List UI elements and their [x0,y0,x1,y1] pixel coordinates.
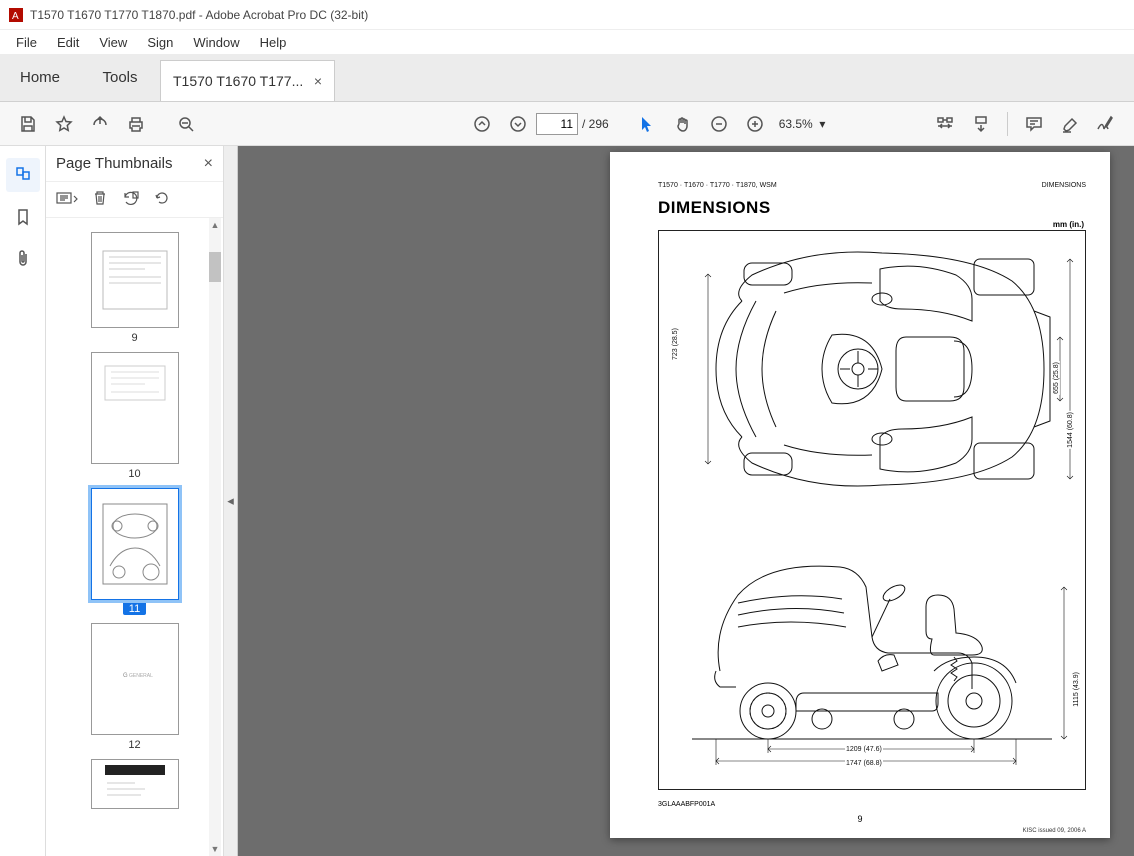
svg-text:GENERAL: GENERAL [129,673,153,679]
tab-home[interactable]: Home [0,54,80,101]
thumb-delete-icon[interactable] [92,190,108,209]
rail-thumbnails-icon[interactable] [6,158,40,192]
thumbnail[interactable]: 10 [85,352,185,480]
separator [1007,112,1008,136]
figure-ref: 3GLAAABFP001A [658,801,715,808]
drawing-frame: 723 (28.5) 655 (25.8) 1544 (60.8) [658,230,1086,790]
thumbnail-number: 11 [123,600,146,615]
thumbnail[interactable]: 9 [85,232,185,344]
rail-attachments-icon[interactable] [6,242,40,276]
workspace: Page Thumbnails × 9 10 11 GGENERAL [0,146,1134,856]
menu-edit[interactable]: Edit [47,33,89,52]
drawing-side-view: 1209 (47.6) 1747 (68.8) 1115 (43.9) [669,521,1075,779]
dim-overall-height: 1115 (43.9) [1073,671,1080,708]
menu-sign[interactable]: Sign [137,33,183,52]
tab-bar: Home Tools T1570 T1670 T177... × [0,54,1134,102]
menu-bar: File Edit View Sign Window Help [0,30,1134,54]
units-label: mm (in.) [1053,220,1084,229]
find-icon[interactable] [168,106,204,142]
window-titlebar: A T1570 T1670 T1770 T1870.pdf - Adobe Ac… [0,0,1134,30]
thumbnail-number: 12 [128,739,140,751]
page-header-right: DIMENSIONS [1042,182,1086,189]
menu-view[interactable]: View [89,33,137,52]
save-icon[interactable] [10,106,46,142]
page-number-input[interactable] [536,113,578,135]
thumbnails-scrollbar[interactable]: ▲ ▼ [209,218,221,856]
page-up-icon[interactable] [464,106,500,142]
nav-rail [0,146,46,856]
tab-document-label: T1570 T1670 T177... [173,73,303,89]
drawing-top-view: 723 (28.5) 655 (25.8) 1544 (60.8) [669,241,1075,499]
dim-wheelbase: 1209 (47.6) [845,746,883,753]
thumbnail-number: 10 [128,468,140,480]
zoom-value[interactable]: 63.5% ▾ [773,117,832,131]
tab-tools[interactable]: Tools [80,54,160,101]
page-footer: KISC issued 09, 2006 A [1023,828,1086,834]
zoom-in-icon[interactable] [737,106,773,142]
menu-window[interactable]: Window [183,33,249,52]
toolbar-right [927,106,1124,142]
thumb-options-icon[interactable] [56,190,78,209]
thumbnail[interactable] [85,759,185,809]
page-down-icon[interactable] [500,106,536,142]
thumbnails-tools [46,182,223,218]
thumbnails-list[interactable]: 9 10 11 GGENERAL 12 ▲ ▼ [46,218,223,856]
comment-icon[interactable] [1016,106,1052,142]
app-icon: A [8,7,24,23]
select-tool-icon[interactable] [629,106,665,142]
thumbnail[interactable]: GGENERAL 12 [85,623,185,751]
star-icon[interactable] [46,106,82,142]
share-icon[interactable] [82,106,118,142]
window-title: T1570 T1670 T1770 T1870.pdf - Adobe Acro… [30,8,368,22]
page-header-left: T1570 · T1670 · T1770 · T1870, WSM [658,182,777,189]
page-number-doc: 9 [610,814,1110,824]
menu-file[interactable]: File [6,33,47,52]
dim-track-width: 723 (28.5) [672,327,679,361]
print-icon[interactable] [118,106,154,142]
thumb-rotate-icon[interactable] [122,190,140,209]
hand-tool-icon[interactable] [665,106,701,142]
dim-overall-length: 1747 (68.8) [845,760,883,767]
document-view[interactable]: T1570 · T1670 · T1770 · T1870, WSM DIMEN… [238,146,1134,856]
thumbnails-panel: Page Thumbnails × 9 10 11 GGENERAL [46,146,224,856]
thumbnails-close-icon[interactable]: × [204,155,213,173]
zoom-out-icon[interactable] [701,106,737,142]
svg-text:G: G [123,673,128,679]
highlight-icon[interactable] [1052,106,1088,142]
svg-text:A: A [12,11,19,22]
toolbar: / 296 63.5% ▾ [0,102,1134,146]
document-page: T1570 · T1670 · T1770 · T1870, WSM DIMEN… [610,152,1110,838]
dim-seat-width: 655 (25.8) [1053,361,1060,395]
thumb-undo-icon[interactable] [154,190,170,209]
thumbnail-number: 9 [131,332,137,344]
page-total: / 296 [582,117,609,131]
thumbnails-header: Page Thumbnails × [46,146,223,182]
tab-close-icon[interactable]: × [314,73,322,89]
page-title: DIMENSIONS [658,198,771,218]
page-controls: / 296 63.5% ▾ [464,106,831,142]
panel-collapse-icon[interactable]: ◂ [224,146,238,856]
dim-overall-width: 1544 (60.8) [1067,411,1074,449]
tab-document[interactable]: T1570 T1670 T177... × [160,60,335,101]
thumbnails-title: Page Thumbnails [56,155,172,172]
menu-help[interactable]: Help [250,33,297,52]
signature-icon[interactable] [1088,106,1124,142]
rail-bookmarks-icon[interactable] [6,200,40,234]
thumbnail-selected[interactable]: 11 [85,488,185,615]
fit-width-icon[interactable] [927,106,963,142]
fit-page-icon[interactable] [963,106,999,142]
